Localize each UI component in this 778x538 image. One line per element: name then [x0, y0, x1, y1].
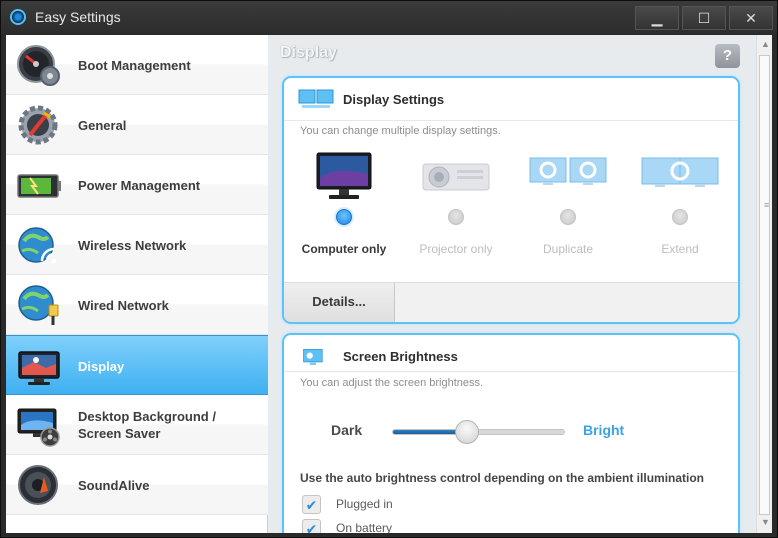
sidebar-item-wireless-network[interactable]: Wireless Network: [6, 215, 268, 275]
sidebar-item-boot-management[interactable]: Boot Management: [6, 35, 268, 95]
minimize-button[interactable]: ▁: [635, 6, 679, 30]
brightness-row: Dark Bright: [284, 417, 738, 447]
sidebar-item-display[interactable]: Display: [6, 335, 268, 395]
speaker-icon: [18, 465, 58, 505]
sidebar-item-label: Display: [78, 358, 125, 374]
scrollbar-thumb[interactable]: ≡: [759, 55, 770, 515]
on-battery-checkbox[interactable]: ✔: [302, 519, 321, 533]
sidebar-item-label: Boot Management: [78, 57, 191, 73]
sidebar-item-power-management[interactable]: Power Management: [6, 155, 268, 215]
sidebar-item-label: Wireless Network: [78, 237, 187, 253]
divider: [284, 371, 738, 372]
on-battery-label: On battery: [336, 521, 393, 533]
close-button[interactable]: ✕: [729, 6, 773, 30]
title-bar[interactable]: Easy Settings ▁ ☐ ✕: [1, 1, 777, 34]
display-settings-title: Display Settings: [343, 92, 445, 107]
speedometer-icon: [17, 45, 60, 86]
projector-icon: [422, 163, 490, 191]
sidebar-item-general[interactable]: General: [6, 95, 268, 155]
mode-radio[interactable]: [672, 209, 688, 225]
mode-extend[interactable]: Extend: [625, 152, 735, 262]
screen-brightness-title: Screen Brightness: [343, 349, 458, 364]
divider: [284, 120, 738, 121]
sidebar-item-label: Desktop Background / Screen Saver: [78, 409, 216, 441]
sidebar-item-label: Power Management: [78, 177, 201, 193]
duplicate-displays-icon: [529, 157, 607, 185]
plugged-in-checkbox[interactable]: ✔: [302, 495, 321, 514]
wired-globe-icon: [18, 285, 59, 325]
content-area: Display ? Display Settings You can chang…: [269, 35, 772, 533]
app-logo-icon: [10, 9, 26, 25]
screen-brightness-panel: Screen Brightness You can adjust the scr…: [282, 333, 740, 533]
brightness-slider[interactable]: [392, 420, 565, 444]
extend-displays-icon: [641, 157, 719, 187]
brightness-slider-thumb[interactable]: [454, 420, 479, 444]
details-bar: Details...: [284, 282, 738, 322]
sidebar: Boot Management General Power Management…: [6, 35, 268, 533]
mode-duplicate[interactable]: Duplicate: [513, 152, 623, 262]
window-title: Easy Settings: [35, 9, 121, 25]
sidebar-item-wired-network[interactable]: Wired Network: [6, 275, 268, 335]
sidebar-item-label: SoundAlive: [78, 477, 150, 493]
mode-radio[interactable]: [560, 209, 576, 225]
help-button[interactable]: ?: [715, 44, 740, 68]
screen-brightness-description: You can adjust the screen brightness.: [300, 377, 484, 389]
page-title: Display: [280, 44, 337, 61]
display-settings-panel: Display Settings You can change multiple…: [282, 76, 740, 324]
mode-projector-only[interactable]: Projector only: [401, 152, 511, 262]
dark-label: Dark: [331, 422, 363, 438]
battery-icon: [17, 174, 61, 198]
bright-label: Bright: [583, 422, 625, 438]
mode-label: Extend: [661, 242, 699, 256]
sidebar-item-label: General: [78, 117, 127, 133]
mode-radio[interactable]: [336, 209, 352, 225]
scroll-down-icon[interactable]: ▼: [761, 517, 770, 527]
brightness-display-icon: [303, 349, 323, 365]
vertical-scrollbar[interactable]: ▲ ≡ ▼: [756, 35, 772, 533]
sidebar-item-desktop-background[interactable]: Desktop Background / Screen Saver: [6, 395, 268, 455]
desktop-background-icon: [17, 408, 60, 447]
sidebar-item-soundalive[interactable]: SoundAlive: [6, 455, 268, 515]
wireless-globe-icon: [18, 227, 57, 264]
plugged-in-label: Plugged in: [336, 497, 393, 511]
multi-display-icon: [298, 89, 334, 108]
easy-settings-window: Easy Settings ▁ ☐ ✕ Boot Management Gene…: [0, 0, 778, 538]
details-button[interactable]: Details...: [284, 283, 395, 322]
mode-radio[interactable]: [448, 209, 464, 225]
monitor-icon: [316, 152, 372, 199]
mode-computer-only[interactable]: Computer only: [289, 152, 399, 262]
sidebar-item-label: Wired Network: [78, 297, 169, 313]
gear-icon: [18, 105, 58, 145]
scroll-grip-icon: ≡: [764, 200, 770, 210]
mode-label: Projector only: [419, 242, 493, 256]
auto-brightness-label: Use the auto brightness control dependin…: [300, 471, 705, 485]
scroll-up-icon[interactable]: ▲: [761, 39, 770, 49]
client-area: Boot Management General Power Management…: [6, 35, 772, 533]
mode-label: Duplicate: [542, 242, 594, 256]
maximize-button[interactable]: ☐: [682, 6, 726, 30]
mode-label: Computer only: [301, 242, 387, 256]
display-settings-description: You can change multiple display settings…: [300, 125, 501, 137]
display-icon: [18, 351, 60, 385]
